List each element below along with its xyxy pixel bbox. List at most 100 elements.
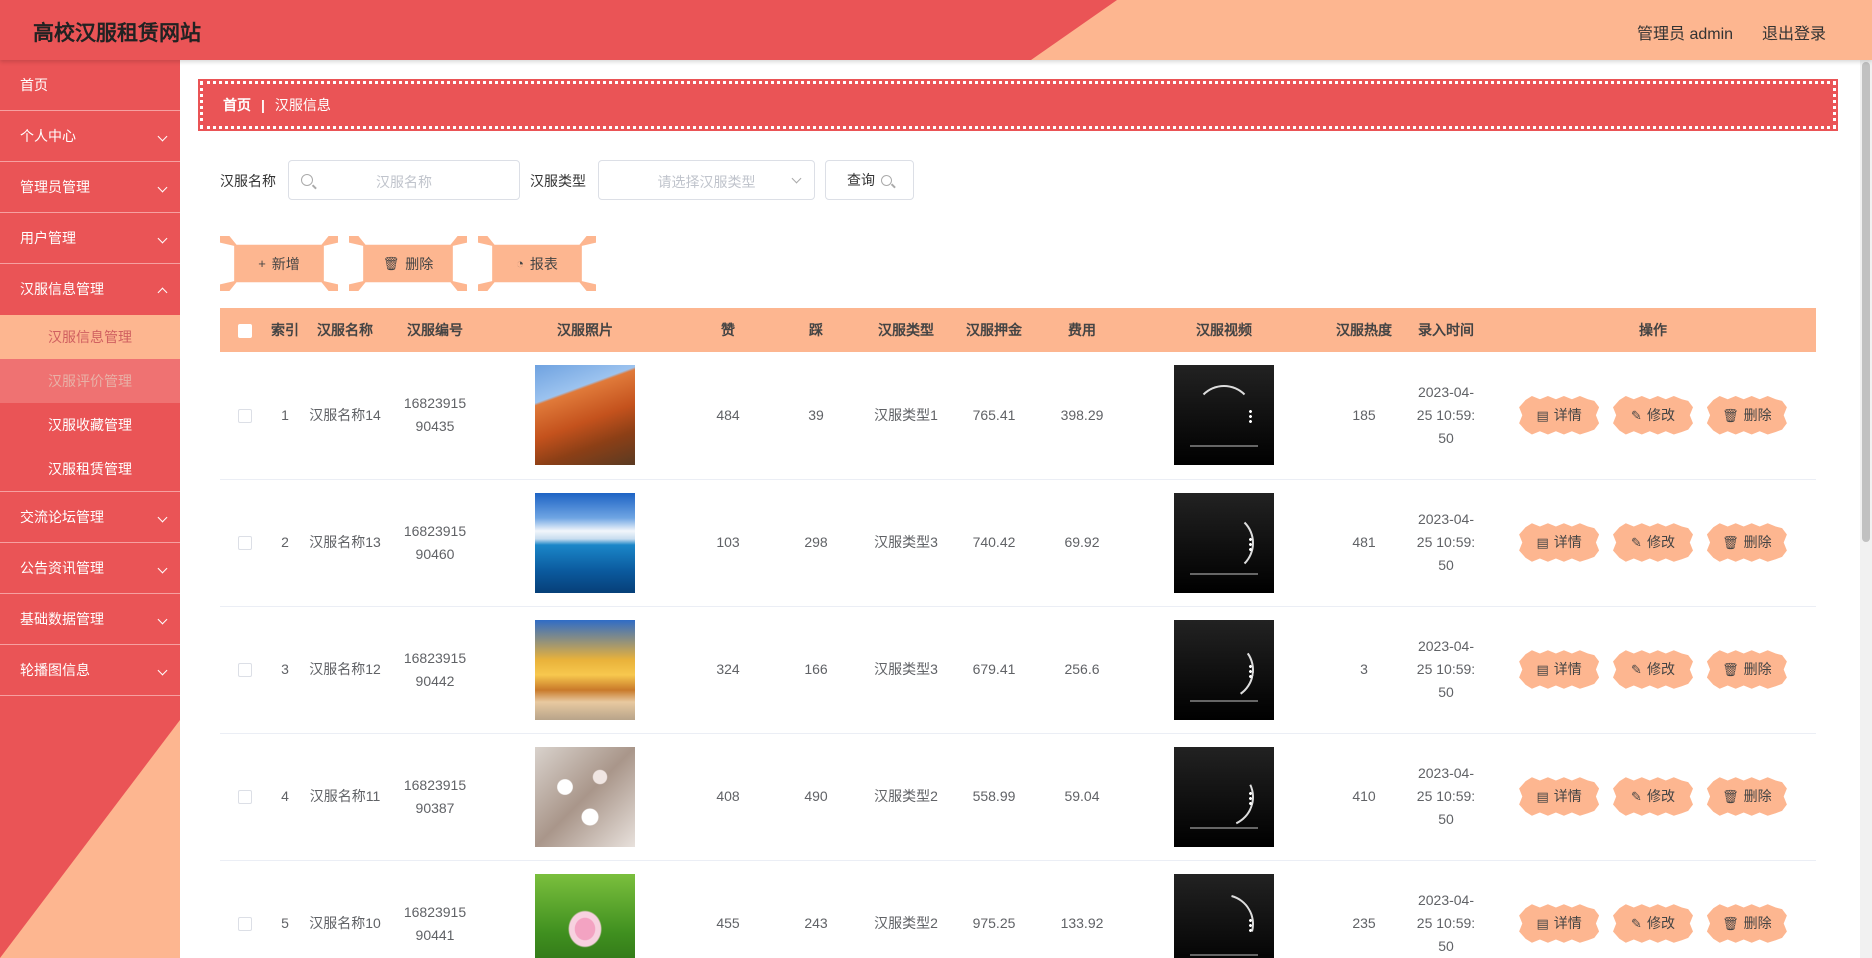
- chevron-down-icon: [157, 131, 168, 142]
- report-button[interactable]: ◔ 报表: [478, 236, 596, 291]
- edit-button[interactable]: ✎ 修改: [1613, 523, 1693, 562]
- video-progress-bar[interactable]: [1190, 953, 1258, 956]
- edit-button[interactable]: ✎ 修改: [1613, 396, 1693, 435]
- trash-icon: 🗑: [1722, 789, 1739, 804]
- video-progress-bar[interactable]: [1190, 572, 1258, 575]
- hanfu-photo[interactable]: [535, 365, 635, 466]
- more-options-icon[interactable]: [1249, 409, 1252, 424]
- cell-time-line: 50: [1438, 429, 1454, 446]
- cell-photo: [480, 733, 690, 861]
- sidebar-item-user-management[interactable]: 用户管理: [0, 213, 180, 264]
- video-player[interactable]: [1174, 873, 1274, 958]
- detail-button[interactable]: ▤ 详情: [1519, 396, 1600, 435]
- delete-button[interactable]: 🗑 删除: [1706, 523, 1787, 562]
- cell-photo: [480, 479, 690, 607]
- cell-code-line: 16823915: [403, 776, 467, 793]
- sidebar-item-personal-center[interactable]: 个人中心: [0, 111, 180, 162]
- video-player[interactable]: [1174, 492, 1274, 593]
- col-header-time: 录入时间: [1418, 322, 1474, 338]
- row-select-cell[interactable]: [220, 352, 270, 480]
- edit-button[interactable]: ✎ 修改: [1613, 650, 1693, 689]
- sidebar-item-basic-data-management[interactable]: 基础数据管理: [0, 594, 180, 645]
- cell-heat: 185: [1326, 352, 1402, 480]
- hanfu-photo[interactable]: [535, 492, 635, 593]
- cell-type: 汉服类型2: [866, 733, 946, 861]
- cell-time-line: 2023-04-: [1417, 638, 1475, 654]
- detail-button[interactable]: ▤ 详情: [1519, 777, 1600, 816]
- more-options-icon[interactable]: [1249, 917, 1252, 932]
- add-button[interactable]: + 新增: [220, 236, 338, 291]
- cell-index: 3: [270, 606, 300, 734]
- hanfu-photo[interactable]: [535, 619, 635, 720]
- sidebar-item-home[interactable]: 首页: [0, 60, 180, 111]
- detail-button[interactable]: ▤ 详情: [1519, 904, 1600, 943]
- cell-video: [1122, 352, 1326, 480]
- delete-button[interactable]: 🗑 删除: [1706, 396, 1787, 435]
- hanfu-photo[interactable]: [535, 746, 635, 847]
- row-select-cell[interactable]: [220, 860, 270, 958]
- video-progress-bar[interactable]: [1190, 826, 1258, 829]
- batch-delete-button[interactable]: 🗑 删除: [349, 236, 467, 291]
- row-checkbox[interactable]: [238, 790, 252, 805]
- row-checkbox[interactable]: [238, 536, 252, 551]
- cell-code-line: 90441: [415, 926, 455, 943]
- col-header-name: 汉服名称: [317, 322, 373, 338]
- edit-button[interactable]: ✎ 修改: [1613, 777, 1693, 816]
- edit-button-label: 修改: [1646, 661, 1675, 677]
- breadcrumb-home[interactable]: 首页: [223, 95, 251, 115]
- pencil-icon: ✎: [1631, 789, 1642, 804]
- chevron-down-icon: [157, 233, 168, 244]
- cell-time-line: 50: [1438, 811, 1454, 827]
- row-select-cell[interactable]: [220, 606, 270, 734]
- sidebar-subitem-hanfu-review[interactable]: 汉服评价管理: [0, 359, 180, 403]
- sidebar-subitem-hanfu-favorites[interactable]: 汉服收藏管理: [0, 403, 180, 447]
- page-scrollbar[interactable]: [1860, 60, 1872, 958]
- delete-button[interactable]: 🗑 删除: [1706, 777, 1787, 816]
- detail-button[interactable]: ▤ 详情: [1519, 650, 1600, 689]
- breadcrumb-separator: |: [261, 97, 265, 113]
- edit-button[interactable]: ✎ 修改: [1613, 904, 1693, 943]
- more-options-icon[interactable]: [1249, 790, 1252, 805]
- col-header-fee: 费用: [1068, 322, 1096, 338]
- search-name-input[interactable]: 汉服名称: [288, 160, 520, 200]
- sidebar-item-news-management[interactable]: 公告资讯管理: [0, 543, 180, 594]
- delete-button[interactable]: 🗑 删除: [1706, 904, 1787, 943]
- scrollbar-thumb[interactable]: [1862, 62, 1870, 542]
- cell-code-line: 16823915: [403, 522, 467, 539]
- video-progress-bar[interactable]: [1190, 445, 1258, 448]
- row-select-cell[interactable]: [220, 733, 270, 861]
- cell-code-line: 16823915: [403, 649, 467, 666]
- sidebar-item-hanfu-info-management[interactable]: 汉服信息管理: [0, 264, 180, 315]
- select-all-checkbox[interactable]: [238, 324, 252, 339]
- video-player[interactable]: [1174, 746, 1274, 847]
- sidebar-item-label: 用户管理: [20, 230, 76, 246]
- row-select-cell[interactable]: [220, 479, 270, 607]
- query-button[interactable]: 查询: [825, 160, 914, 200]
- video-progress-bar[interactable]: [1190, 699, 1258, 702]
- row-checkbox[interactable]: [238, 917, 252, 932]
- trash-icon: 🗑: [1722, 407, 1739, 423]
- cell-deposit: 740.42: [946, 479, 1042, 607]
- video-player[interactable]: [1174, 619, 1274, 720]
- more-options-icon[interactable]: [1249, 536, 1252, 551]
- row-checkbox[interactable]: [238, 663, 252, 678]
- sidebar-subitem-hanfu-info[interactable]: 汉服信息管理: [0, 315, 180, 359]
- delete-button-label: 删除: [1743, 788, 1772, 804]
- sidebar-item-forum-management[interactable]: 交流论坛管理: [0, 492, 180, 543]
- sidebar-item-carousel-info[interactable]: 轮播图信息: [0, 645, 180, 696]
- cell-likes: 408: [690, 733, 766, 861]
- sidebar-item-admin-management[interactable]: 管理员管理: [0, 162, 180, 213]
- hanfu-photo[interactable]: [535, 873, 635, 958]
- cell-likes: 484: [690, 352, 766, 480]
- delete-button[interactable]: 🗑 删除: [1706, 650, 1787, 689]
- cell-time-line: 25 10:59:: [1416, 788, 1476, 804]
- sidebar-item-label: 个人中心: [20, 128, 76, 144]
- search-type-select[interactable]: 请选择汉服类型: [598, 160, 815, 200]
- sidebar-subitem-hanfu-rental[interactable]: 汉服租赁管理: [0, 447, 180, 491]
- video-player[interactable]: [1174, 365, 1274, 466]
- logout-link[interactable]: 退出登录: [1762, 20, 1826, 44]
- select-all-cell[interactable]: [220, 308, 270, 352]
- more-options-icon[interactable]: [1249, 663, 1252, 678]
- row-checkbox[interactable]: [238, 409, 252, 424]
- detail-button[interactable]: ▤ 详情: [1519, 523, 1600, 562]
